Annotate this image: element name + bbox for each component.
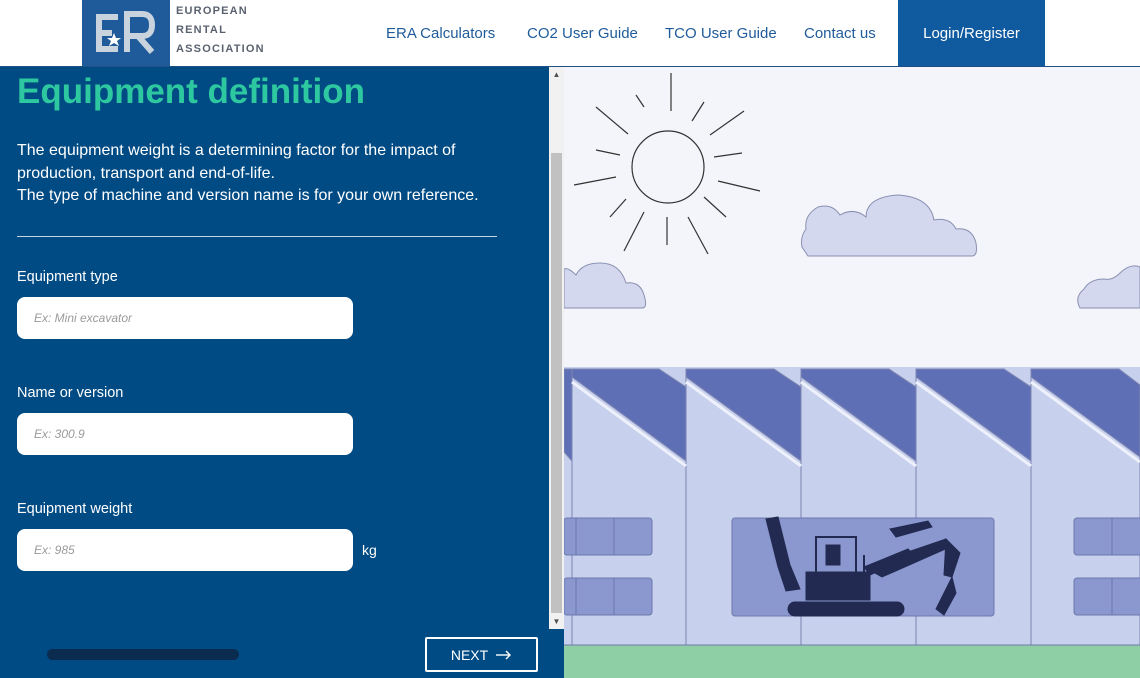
- scrollbar-thumb[interactable]: [551, 153, 562, 613]
- arrow-right-icon: [496, 650, 512, 659]
- page-title: Equipment definition: [17, 72, 366, 111]
- next-button[interactable]: NEXT: [425, 637, 538, 672]
- logo-line: EUROPEAN: [176, 5, 248, 17]
- equipment-type-input[interactable]: [17, 297, 353, 339]
- description-line: The equipment weight is a determining fa…: [17, 142, 456, 182]
- era-logo-icon[interactable]: [82, 0, 170, 66]
- top-header: EUROPEAN RENTAL ASSOCIATION ERA Calculat…: [0, 0, 1140, 67]
- next-label: NEXT: [450, 646, 489, 663]
- nav-era-calculators[interactable]: ERA Calculators: [386, 0, 495, 66]
- nav-tco-user-guide[interactable]: TCO User Guide: [665, 0, 777, 66]
- logo-line: RENTAL: [176, 24, 227, 36]
- logo-wordmark: EUROPEAN RENTAL ASSOCIATION: [176, 2, 276, 59]
- progress-bar: [47, 649, 239, 660]
- scroll-up-arrow-icon[interactable]: ▲: [549, 67, 564, 82]
- logo-line: ASSOCIATION: [176, 43, 265, 55]
- name-version-label: Name or version: [17, 385, 124, 401]
- equipment-weight-label: Equipment weight: [17, 501, 133, 517]
- factory-illustration: [564, 67, 1140, 678]
- login-register-button[interactable]: Login/Register: [898, 0, 1045, 66]
- form-description: The equipment weight is a determining fa…: [17, 140, 497, 208]
- scroll-down-arrow-icon[interactable]: ▼: [549, 614, 564, 629]
- equipment-weight-input[interactable]: [17, 529, 353, 571]
- nav-co2-user-guide[interactable]: CO2 User Guide: [527, 0, 638, 66]
- name-version-input[interactable]: [17, 413, 353, 455]
- description-line: The type of machine and version name is …: [17, 187, 479, 204]
- nav-contact-us[interactable]: Contact us: [804, 0, 876, 66]
- section-divider: [17, 236, 497, 237]
- weight-unit: kg: [362, 542, 377, 558]
- equipment-type-label: Equipment type: [17, 269, 118, 285]
